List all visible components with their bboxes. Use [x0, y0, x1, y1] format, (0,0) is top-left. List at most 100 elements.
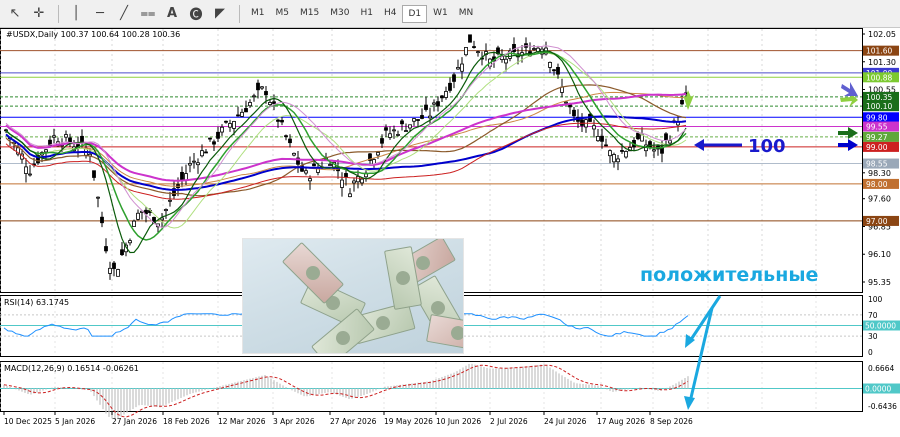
trendline-icon[interactable]: ╱ — [113, 3, 135, 25]
cursor-icon[interactable]: ↖ — [4, 3, 26, 25]
text-icon[interactable]: A — [161, 3, 183, 25]
label-icon[interactable]: 🅒 — [185, 3, 207, 25]
candle-body — [436, 101, 440, 107]
timeframe-h1[interactable]: H1 — [355, 5, 378, 23]
timeframe-mn[interactable]: MN — [454, 5, 479, 23]
candle-body — [376, 152, 380, 156]
timeframe-m1[interactable]: M1 — [246, 5, 270, 23]
candle-body — [188, 163, 192, 166]
time-axis-label: 24 Jul 2026 — [544, 417, 587, 426]
time-axis-label: 12 Mar 2026 — [218, 417, 266, 426]
candle-body — [600, 135, 604, 142]
chart-area[interactable]: 102.05101.30100.5599.8099.0598.3097.6096… — [0, 28, 900, 433]
candle-body — [440, 95, 444, 99]
candle-body — [448, 82, 452, 91]
candle-body — [592, 125, 596, 130]
candle-body — [168, 199, 172, 202]
candle-body — [312, 163, 316, 167]
candle-body — [96, 196, 100, 199]
macd-axis-label: -0.6436 — [868, 402, 897, 411]
price-label-text: 99.27 — [866, 133, 888, 142]
candle-body — [92, 170, 96, 178]
candle-body — [408, 124, 412, 129]
candle-body — [596, 136, 600, 142]
candle-body — [360, 178, 364, 184]
candle-body — [180, 171, 184, 181]
candle-body — [220, 126, 224, 133]
candle-body — [116, 269, 120, 277]
macd-value-text: 0.0000 — [865, 385, 891, 394]
candle-body — [232, 121, 236, 129]
candle-body — [216, 131, 220, 139]
price-label-text: 97.00 — [866, 217, 888, 226]
candle-body — [184, 173, 188, 181]
candle-body — [276, 119, 280, 122]
timeframe-w1[interactable]: W1 — [428, 5, 453, 23]
candle-body — [424, 104, 428, 110]
timeframe-h4[interactable]: H4 — [379, 5, 402, 23]
candle-body — [260, 86, 264, 89]
candle-body — [252, 95, 256, 98]
candle-body — [444, 91, 448, 98]
candle-body — [212, 141, 216, 145]
candle-body — [608, 150, 612, 157]
candle-body — [384, 127, 388, 131]
candle-body — [196, 162, 200, 166]
candle-body — [100, 216, 104, 224]
candle-body — [256, 82, 260, 91]
candle-body — [280, 119, 284, 123]
timeframe-m5[interactable]: M5 — [271, 5, 295, 23]
timeframe-d1[interactable]: D1 — [402, 4, 428, 23]
candle-body — [560, 86, 564, 93]
candle-body — [556, 67, 560, 75]
candle-body — [476, 51, 480, 54]
price-label-text: 100.10 — [866, 102, 892, 111]
candle-body — [468, 34, 472, 43]
candle-body — [636, 132, 640, 140]
time-axis-label: 27 Jan 2026 — [112, 417, 157, 426]
candle-body — [104, 246, 108, 252]
rsi-label: RSI(14) 63.1745 — [4, 298, 69, 307]
timeframe-m15[interactable]: M15 — [295, 5, 324, 23]
candle-body — [512, 44, 516, 52]
chart-symbol-info: #USDX,Daily 100.37 100.64 100.28 100.36 — [6, 30, 180, 39]
candle-body — [396, 134, 400, 136]
macd-axis-label: 0.6664 — [868, 364, 894, 373]
price-axis-label: 101.30 — [868, 58, 896, 67]
candle-body — [248, 102, 252, 107]
candle-body — [328, 164, 332, 166]
candle-body — [552, 69, 556, 72]
time-axis-label: 10 Dec 2025 — [4, 417, 52, 426]
timeframe-m30[interactable]: M30 — [325, 5, 354, 23]
time-axis-label: 3 Apr 2026 — [273, 417, 315, 426]
candle-body — [52, 135, 56, 138]
price-label-text: 98.00 — [866, 180, 888, 189]
crosshair-icon[interactable]: ✛ — [28, 3, 50, 25]
price-axis-label: 96.10 — [868, 250, 891, 259]
toolbar-separator — [58, 4, 59, 23]
horizontal-line-icon[interactable]: ─ — [89, 3, 111, 25]
chart-svg[interactable]: 102.05101.30100.5599.8099.0598.3097.6096… — [0, 28, 900, 433]
candle-body — [416, 119, 420, 121]
vertical-line-icon[interactable]: │ — [65, 3, 87, 25]
shapes-icon[interactable]: ◤ — [209, 3, 231, 25]
candle-body — [532, 48, 536, 50]
price-label-text: 98.55 — [866, 160, 888, 169]
candle-body — [80, 135, 84, 143]
time-axis-label: 27 Apr 2026 — [330, 417, 377, 426]
price-label-text: 101.60 — [866, 47, 892, 56]
toolbar: ↖ ✛ │ ─ ╱ ⩵ A 🅒 ◤ M1 M5 M15 M30 H1 H4 D1 W1 MN — [0, 0, 900, 28]
candle-body — [460, 63, 464, 72]
annotation-100-text: 100 — [748, 136, 786, 157]
candle-body — [548, 61, 552, 68]
channel-icon[interactable]: ⩵ — [137, 3, 159, 25]
candle-body — [236, 114, 240, 117]
price-axis-label: 97.60 — [868, 195, 891, 204]
candle-body — [268, 102, 272, 105]
candle-body — [456, 67, 460, 70]
candle-body — [348, 193, 352, 198]
time-axis-label: 17 Aug 2026 — [597, 417, 645, 426]
candle-body — [404, 130, 408, 132]
time-axis-label: 10 Jun 2026 — [436, 417, 481, 426]
price-axis-label: 95.35 — [868, 278, 891, 287]
